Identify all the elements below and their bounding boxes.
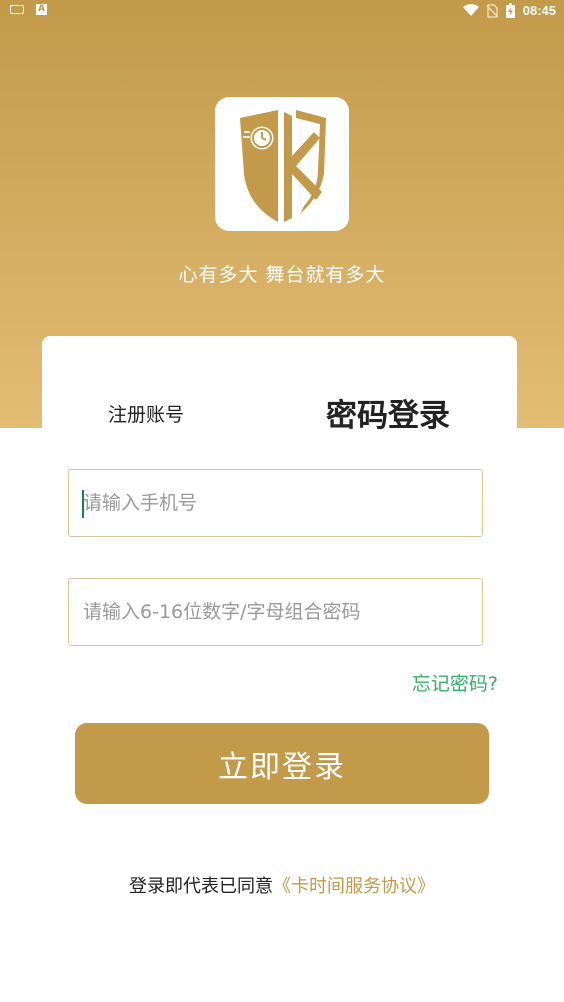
tab-register[interactable]: 注册账号 bbox=[108, 400, 184, 427]
agreement-text: 登录即代表已同意《卡时间服务协议》 bbox=[0, 872, 564, 898]
wifi-icon bbox=[462, 4, 479, 16]
shield-clock-logo bbox=[240, 110, 326, 222]
password-input[interactable] bbox=[83, 579, 463, 645]
login-button[interactable]: 立即登录 bbox=[75, 723, 489, 804]
slogan: 心有多大 舞台就有多大 bbox=[178, 264, 386, 286]
battery-icon bbox=[505, 3, 515, 18]
no-sim-icon bbox=[486, 3, 498, 18]
keyboard-icon bbox=[10, 5, 24, 14]
password-field[interactable] bbox=[68, 578, 483, 646]
status-bar: A 08:45 bbox=[0, 0, 564, 24]
phone-field[interactable] bbox=[68, 469, 483, 537]
phone-input[interactable] bbox=[83, 470, 463, 536]
a-icon: A bbox=[36, 4, 47, 15]
agreement-prefix: 登录即代表已同意 bbox=[129, 876, 273, 897]
app-logo bbox=[215, 97, 349, 231]
service-agreement-link[interactable]: 《卡时间服务协议》 bbox=[273, 876, 435, 897]
status-time: 08:45 bbox=[522, 3, 556, 18]
forgot-password-link[interactable]: 忘记密码? bbox=[412, 669, 498, 696]
tab-password-login[interactable]: 密码登录 bbox=[326, 390, 450, 435]
